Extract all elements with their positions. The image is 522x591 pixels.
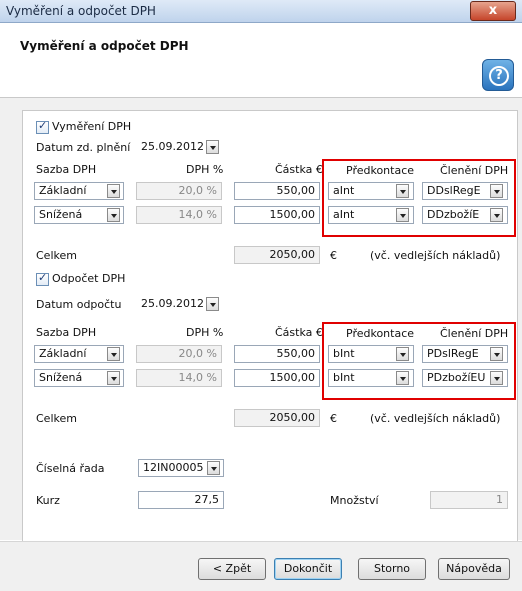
- vymereni-checkbox-label: Vyměření DPH: [52, 120, 132, 133]
- finish-label: Dokončit: [283, 562, 333, 575]
- mnozstvi-value: 1: [496, 493, 503, 506]
- help-button[interactable]: Nápověda: [438, 558, 510, 580]
- sazba-value: Snížená: [39, 208, 83, 221]
- odpocet-date-label: Datum odpočtu: [36, 298, 122, 311]
- wizard-header: Vyměření a odpočet DPH ?: [0, 23, 522, 98]
- col-sazba: Sazba DPH: [36, 163, 97, 176]
- odpocet-checkbox-label: Odpočet DPH: [52, 272, 126, 285]
- odpocet-date-value: 25.09.2012: [141, 297, 204, 310]
- dph-percent-value: 20,0 %: [178, 347, 217, 360]
- col-predkontace: Předkontace: [346, 164, 415, 177]
- cancel-button[interactable]: Storno: [358, 558, 426, 580]
- predkontace-value: bInt: [333, 371, 355, 384]
- castka-value: 550,00: [276, 184, 316, 197]
- predkontace-value: aInt: [333, 184, 355, 197]
- odpocet-total-value: 2050,00: [269, 411, 316, 424]
- castka-input[interactable]: 550,00: [234, 345, 320, 363]
- chevron-down-icon[interactable]: [207, 461, 220, 475]
- back-button[interactable]: < Zpět: [198, 558, 266, 580]
- chevron-down-icon[interactable]: [107, 371, 120, 385]
- odpocet-total-field: 2050,00: [234, 409, 320, 427]
- col-castka: Částka €: [275, 326, 323, 339]
- col-sazba: Sazba DPH: [36, 326, 97, 339]
- help-label: Nápověda: [446, 562, 502, 575]
- dph-percent-field: 20,0 %: [136, 345, 222, 363]
- cleneni-value: PDslRegE: [427, 347, 479, 360]
- col-cleneni: Členění DPH: [440, 327, 509, 340]
- col-dph: DPH %: [186, 163, 224, 176]
- currency-label: €: [330, 249, 337, 262]
- col-dph: DPH %: [186, 326, 224, 339]
- odpocet-total-label: Celkem: [36, 412, 77, 425]
- vymereni-note: (vč. vedlejších nákladů): [370, 249, 501, 262]
- dph-percent-value: 14,0 %: [178, 371, 217, 384]
- chevron-down-icon[interactable]: [490, 347, 503, 361]
- kurz-label: Kurz: [36, 494, 60, 507]
- cleneni-value: PDzbožíEU: [427, 371, 486, 384]
- dph-percent-field: 20,0 %: [136, 182, 222, 200]
- chevron-down-icon[interactable]: [396, 371, 409, 385]
- castka-value: 1500,00: [269, 208, 316, 221]
- chevron-down-icon[interactable]: [490, 208, 503, 222]
- predkontace-value: bInt: [333, 347, 355, 360]
- cleneni-value: DDzbožíE: [427, 208, 480, 221]
- vymereni-date-value: 25.09.2012: [141, 140, 204, 153]
- chevron-down-icon[interactable]: [206, 140, 219, 154]
- chevron-down-icon[interactable]: [206, 297, 219, 311]
- title-bar: Vyměření a odpočet DPH x: [0, 0, 522, 23]
- chevron-down-icon[interactable]: [396, 347, 409, 361]
- col-cleneni: Členění DPH: [440, 164, 509, 177]
- help-circle-icon: ?: [482, 59, 514, 91]
- sazba-value: Základní: [39, 184, 87, 197]
- finish-button[interactable]: Dokončit: [274, 558, 342, 580]
- dph-percent-value: 14,0 %: [178, 208, 217, 221]
- cleneni-value: DDslRegE: [427, 184, 481, 197]
- chevron-down-icon[interactable]: [396, 184, 409, 198]
- castka-input[interactable]: 1500,00: [234, 206, 320, 224]
- chevron-down-icon[interactable]: [107, 347, 120, 361]
- dph-percent-field: 14,0 %: [136, 206, 222, 224]
- sazba-value: Snížená: [39, 371, 83, 384]
- window-title: Vyměření a odpočet DPH: [6, 4, 156, 18]
- kurz-input[interactable]: 27,5: [138, 491, 224, 509]
- chevron-down-icon[interactable]: [490, 184, 503, 198]
- back-label: < Zpět: [212, 562, 252, 575]
- castka-input[interactable]: 550,00: [234, 182, 320, 200]
- vymereni-total-value: 2050,00: [269, 248, 316, 261]
- vymereni-total-label: Celkem: [36, 249, 77, 262]
- chevron-down-icon[interactable]: [396, 208, 409, 222]
- mnozstvi-field: 1: [430, 491, 508, 509]
- vymereni-checkbox[interactable]: [36, 119, 49, 134]
- page-title: Vyměření a odpočet DPH: [20, 39, 189, 53]
- dph-percent-field: 14,0 %: [136, 369, 222, 387]
- chevron-down-icon[interactable]: [107, 208, 120, 222]
- cislena-rada-value: 12IN00005: [143, 461, 204, 474]
- vymereni-date-label: Datum zd. plnění: [36, 141, 131, 154]
- col-predkontace: Předkontace: [346, 327, 415, 340]
- cancel-label: Storno: [373, 562, 411, 575]
- sazba-value: Základní: [39, 347, 87, 360]
- vymereni-total-field: 2050,00: [234, 246, 320, 264]
- col-castka: Částka €: [275, 163, 323, 176]
- kurz-value: 27,5: [194, 493, 220, 506]
- dph-percent-value: 20,0 %: [178, 184, 217, 197]
- chevron-down-icon[interactable]: [107, 184, 120, 198]
- close-icon: x: [488, 3, 498, 18]
- mnozstvi-label: Množství: [330, 494, 379, 507]
- predkontace-value: aInt: [333, 208, 355, 221]
- castka-value: 550,00: [276, 347, 316, 360]
- chevron-down-icon[interactable]: [490, 371, 503, 385]
- currency-label: €: [330, 412, 337, 425]
- cislena-rada-label: Číselná řada: [36, 462, 105, 475]
- castka-input[interactable]: 1500,00: [234, 369, 320, 387]
- odpocet-checkbox[interactable]: [36, 271, 49, 286]
- castka-value: 1500,00: [269, 371, 316, 384]
- close-button[interactable]: x: [470, 1, 516, 21]
- odpocet-note: (vč. vedlejších nákladů): [370, 412, 501, 425]
